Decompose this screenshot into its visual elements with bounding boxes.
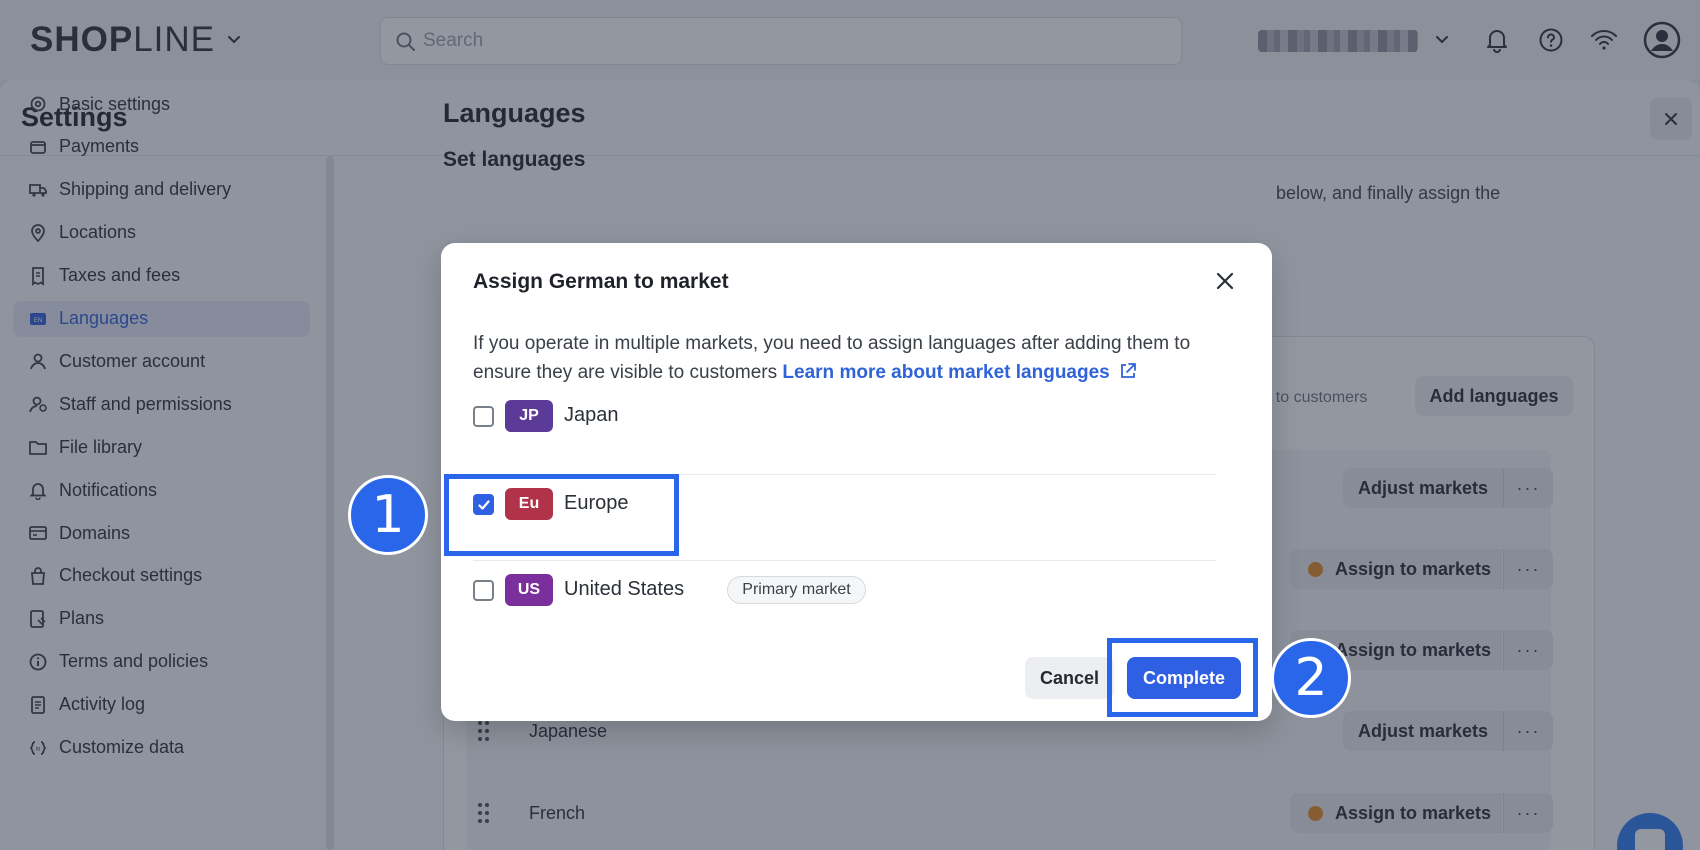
market-code-badge: US (505, 574, 553, 606)
cancel-button[interactable]: Cancel (1025, 657, 1114, 699)
step-1-marker: 1 (348, 475, 428, 555)
market-name: Japan (564, 404, 619, 426)
learn-more-link[interactable]: Learn more about market languages (782, 362, 1137, 383)
highlight-complete (1107, 638, 1258, 717)
modal-close-button[interactable] (1209, 265, 1241, 297)
external-link-icon (1121, 363, 1136, 378)
modal-title: Assign German to market (473, 270, 729, 293)
market-checkbox[interactable] (473, 406, 494, 427)
market-code-badge: JP (505, 400, 553, 432)
close-icon (1216, 272, 1234, 290)
market-checkbox[interactable] (473, 580, 494, 601)
market-option-united-states[interactable]: US United States Primary market (473, 560, 1216, 646)
step-2-marker: 2 (1271, 638, 1351, 718)
highlight-europe (444, 474, 679, 556)
market-name: United States (564, 578, 685, 600)
primary-market-badge: Primary market (727, 576, 866, 604)
market-option-japan[interactable]: JP Japan (473, 393, 1216, 473)
modal-description: If you operate in multiple markets, you … (473, 329, 1243, 387)
